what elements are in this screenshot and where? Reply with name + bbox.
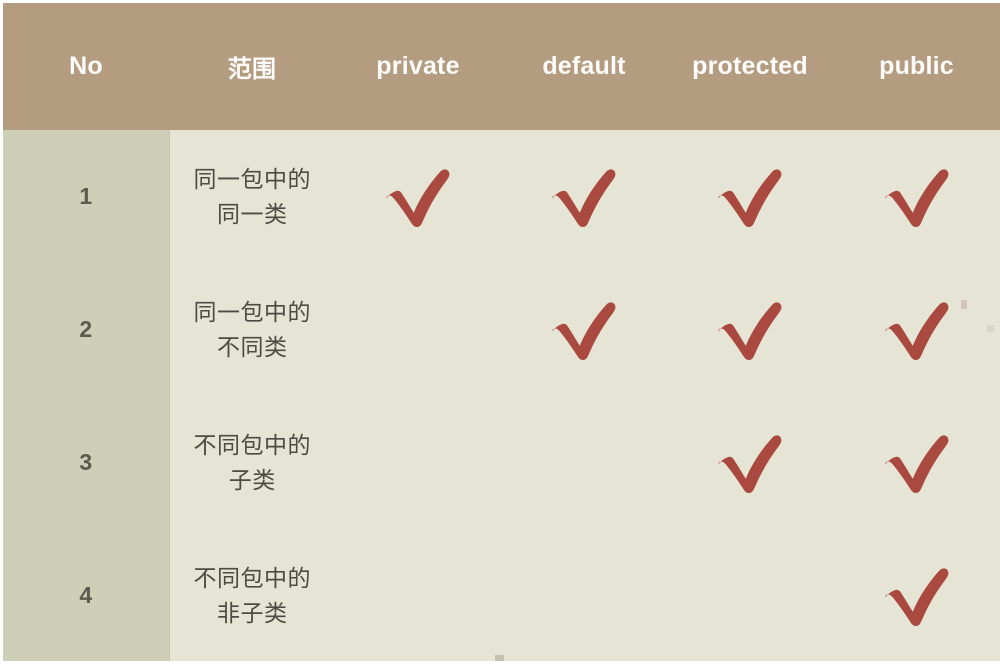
column-header-private: private: [335, 3, 501, 130]
cell-protected: [667, 263, 833, 396]
scan-artifact: [961, 300, 967, 309]
row-number-cell: 1: [3, 130, 170, 263]
table-body: 1 同一包中的同一类 2 同一包中的不同类 3 不同包中的子类 4 不同包中的非…: [3, 130, 1000, 662]
cell-private: [335, 130, 501, 263]
cell-protected: [667, 396, 833, 529]
table-header: No 范围 private default protected public: [3, 3, 1000, 130]
row-number-cell: 3: [3, 396, 170, 529]
check-mark-icon: [880, 430, 954, 496]
check-mark-icon: [713, 430, 787, 496]
check-mark-icon: [547, 297, 621, 363]
table-row: 2 同一包中的不同类: [3, 263, 1000, 396]
cell-public: [833, 263, 1000, 396]
check-mark-icon: [381, 164, 455, 230]
cell-default: [501, 529, 667, 662]
row-number-cell: 2: [3, 263, 170, 396]
cell-default: [501, 396, 667, 529]
cell-private: [335, 396, 501, 529]
column-header-public: public: [833, 3, 1000, 130]
check-mark-icon: [713, 297, 787, 363]
check-mark-icon: [880, 563, 954, 629]
table-row: 3 不同包中的子类: [3, 396, 1000, 529]
check-mark-icon: [880, 297, 954, 363]
column-header-scope: 范围: [169, 3, 335, 130]
table-row: 1 同一包中的同一类: [3, 130, 1000, 263]
column-header-no: No: [3, 3, 169, 130]
cell-protected: [667, 529, 833, 662]
cell-public: [833, 396, 1000, 529]
table-row: 4 不同包中的非子类: [3, 529, 1000, 662]
page-bottom-margin: [0, 661, 1000, 666]
row-number-cell: 4: [3, 529, 170, 662]
screenshot-canvas: No 范围 private default protected public 1…: [0, 0, 1000, 666]
scope-cell: 不同包中的子类: [169, 396, 335, 529]
cell-private: [335, 263, 501, 396]
cell-default: [501, 263, 667, 396]
access-modifier-table: No 范围 private default protected public 1…: [3, 3, 1000, 662]
scope-cell: 不同包中的非子类: [169, 529, 335, 662]
table-header-row: No 范围 private default protected public: [3, 3, 1000, 130]
cell-public: [833, 529, 1000, 662]
cell-private: [335, 529, 501, 662]
check-mark-icon: [880, 164, 954, 230]
check-mark-icon: [713, 164, 787, 230]
cell-protected: [667, 130, 833, 263]
column-header-protected: protected: [667, 3, 833, 130]
cell-default: [501, 130, 667, 263]
check-mark-icon: [547, 164, 621, 230]
cell-public: [833, 130, 1000, 263]
scope-cell: 同一包中的同一类: [169, 130, 335, 263]
scan-artifact: [987, 325, 994, 332]
column-header-default: default: [501, 3, 667, 130]
scope-cell: 同一包中的不同类: [169, 263, 335, 396]
